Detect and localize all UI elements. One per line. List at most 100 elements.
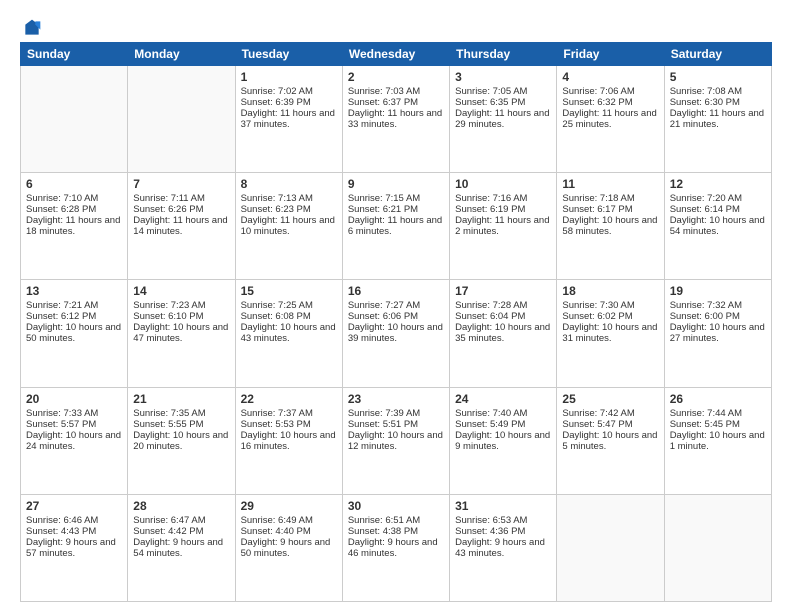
table-row: 30 Sunrise: 6:51 AMSunset: 4:38 PMDayligh… <box>342 494 449 601</box>
day-number: 21 <box>133 392 229 406</box>
calendar-week-row: 27Sunrise: 6:46 AMSunset: 4:43 PMDayligh… <box>21 494 772 601</box>
sunrise-text: Sunrise: 7:10 AMSunset: 6:28 PMDaylight:… <box>26 193 120 237</box>
calendar-week-row: 20 Sunrise: 7:33 AMSunset: 5:57 PMDayligh… <box>21 387 772 494</box>
day-number: 4 <box>562 70 658 84</box>
sunrise-text: Sunrise: 7:16 AMSunset: 6:19 PMDaylight:… <box>455 193 549 237</box>
day-number: 1 <box>241 70 337 84</box>
table-row: 14 Sunrise: 7:23 AMSunset: 6:10 PMDayligh… <box>128 280 235 387</box>
page: Sunday Monday Tuesday Wednesday Thursday… <box>0 0 792 612</box>
sunrise-text: Sunrise: 7:03 AMSunset: 6:37 PMDaylight:… <box>348 86 442 130</box>
sunrise-text: Sunrise: 7:02 AMSunset: 6:39 PMDaylight:… <box>241 86 335 130</box>
day-number: 23 <box>348 392 444 406</box>
sunrise-text: Sunrise: 7:39 AMSunset: 5:51 PMDaylight:… <box>348 408 443 452</box>
sunrise-text: Sunrise: 7:25 AMSunset: 6:08 PMDaylight:… <box>241 300 336 344</box>
sunrise-text: Sunrise: 7:06 AMSunset: 6:32 PMDaylight:… <box>562 86 656 130</box>
table-row: 9 Sunrise: 7:15 AMSunset: 6:21 PMDaylight… <box>342 173 449 280</box>
day-number: 15 <box>241 284 337 298</box>
table-row: 21 Sunrise: 7:35 AMSunset: 5:55 PMDayligh… <box>128 387 235 494</box>
day-number: 10 <box>455 177 551 191</box>
day-number: 24 <box>455 392 551 406</box>
sunrise-text: Sunrise: 7:30 AMSunset: 6:02 PMDaylight:… <box>562 300 657 344</box>
day-number: 13 <box>26 284 122 298</box>
calendar-week-row: 6 Sunrise: 7:10 AMSunset: 6:28 PMDaylight… <box>21 173 772 280</box>
table-row: 17 Sunrise: 7:28 AMSunset: 6:04 PMDayligh… <box>450 280 557 387</box>
table-row: 2 Sunrise: 7:03 AMSunset: 6:37 PMDaylight… <box>342 66 449 173</box>
calendar-table: Sunday Monday Tuesday Wednesday Thursday… <box>20 42 772 602</box>
table-row <box>664 494 771 601</box>
day-number: 9 <box>348 177 444 191</box>
day-number: 28 <box>133 499 229 513</box>
day-number: 11 <box>562 177 658 191</box>
sunrise-text: Sunrise: 7:15 AMSunset: 6:21 PMDaylight:… <box>348 193 442 237</box>
header-sunday: Sunday <box>21 43 128 66</box>
day-number: 30 <box>348 499 444 513</box>
table-row <box>128 66 235 173</box>
table-row: 10 Sunrise: 7:16 AMSunset: 6:19 PMDayligh… <box>450 173 557 280</box>
day-number: 5 <box>670 70 766 84</box>
sunrise-text: Sunrise: 6:49 AMSunset: 4:40 PMDaylight:… <box>241 515 331 559</box>
sunrise-text: Sunrise: 6:51 AMSunset: 4:38 PMDaylight:… <box>348 515 438 559</box>
day-number: 12 <box>670 177 766 191</box>
header-wednesday: Wednesday <box>342 43 449 66</box>
header-tuesday: Tuesday <box>235 43 342 66</box>
day-number: 22 <box>241 392 337 406</box>
day-number: 25 <box>562 392 658 406</box>
sunrise-text: Sunrise: 6:46 AMSunset: 4:43 PMDaylight:… <box>26 515 116 559</box>
day-number: 18 <box>562 284 658 298</box>
table-row <box>21 66 128 173</box>
logo-icon <box>22 18 42 38</box>
day-number: 29 <box>241 499 337 513</box>
day-number: 6 <box>26 177 122 191</box>
sunrise-text: Sunrise: 7:35 AMSunset: 5:55 PMDaylight:… <box>133 408 228 452</box>
day-number: 2 <box>348 70 444 84</box>
sunrise-text: Sunrise: 7:21 AMSunset: 6:12 PMDaylight:… <box>26 300 121 344</box>
day-number: 20 <box>26 392 122 406</box>
table-row: 23 Sunrise: 7:39 AMSunset: 5:51 PMDayligh… <box>342 387 449 494</box>
sunrise-text: Sunrise: 7:32 AMSunset: 6:00 PMDaylight:… <box>670 300 765 344</box>
table-row: 11 Sunrise: 7:18 AMSunset: 6:17 PMDayligh… <box>557 173 664 280</box>
table-row: 7 Sunrise: 7:11 AMSunset: 6:26 PMDaylight… <box>128 173 235 280</box>
sunrise-text: Sunrise: 7:40 AMSunset: 5:49 PMDaylight:… <box>455 408 550 452</box>
logo <box>20 18 42 34</box>
sunrise-text: Sunrise: 6:47 AMSunset: 4:42 PMDaylight:… <box>133 515 223 559</box>
table-row: 12Sunrise: 7:20 AMSunset: 6:14 PMDayligh… <box>664 173 771 280</box>
table-row: 25 Sunrise: 7:42 AMSunset: 5:47 PMDayligh… <box>557 387 664 494</box>
sunrise-text: Sunrise: 7:44 AMSunset: 5:45 PMDaylight:… <box>670 408 765 452</box>
sunrise-text: Sunrise: 7:27 AMSunset: 6:06 PMDaylight:… <box>348 300 443 344</box>
table-row: 28 Sunrise: 6:47 AMSunset: 4:42 PMDayligh… <box>128 494 235 601</box>
table-row: 18 Sunrise: 7:30 AMSunset: 6:02 PMDayligh… <box>557 280 664 387</box>
table-row: 6 Sunrise: 7:10 AMSunset: 6:28 PMDaylight… <box>21 173 128 280</box>
header-friday: Friday <box>557 43 664 66</box>
sunrise-text: Sunrise: 7:11 AMSunset: 6:26 PMDaylight:… <box>133 193 227 237</box>
day-number: 16 <box>348 284 444 298</box>
day-number: 26 <box>670 392 766 406</box>
sunrise-text: Sunrise: 7:05 AMSunset: 6:35 PMDaylight:… <box>455 86 549 130</box>
header-saturday: Saturday <box>664 43 771 66</box>
table-row: 4 Sunrise: 7:06 AMSunset: 6:32 PMDaylight… <box>557 66 664 173</box>
sunrise-text: Sunrise: 7:42 AMSunset: 5:47 PMDaylight:… <box>562 408 657 452</box>
header-thursday: Thursday <box>450 43 557 66</box>
table-row: 22 Sunrise: 7:37 AMSunset: 5:53 PMDayligh… <box>235 387 342 494</box>
sunrise-text: Sunrise: 7:33 AMSunset: 5:57 PMDaylight:… <box>26 408 121 452</box>
sunrise-text: Sunrise: 7:18 AMSunset: 6:17 PMDaylight:… <box>562 193 657 237</box>
day-number: 8 <box>241 177 337 191</box>
table-row: 26 Sunrise: 7:44 AMSunset: 5:45 PMDayligh… <box>664 387 771 494</box>
sunrise-text: Sunrise: 7:23 AMSunset: 6:10 PMDaylight:… <box>133 300 228 344</box>
day-number: 3 <box>455 70 551 84</box>
sunrise-text: Sunrise: 7:28 AMSunset: 6:04 PMDaylight:… <box>455 300 550 344</box>
day-number: 17 <box>455 284 551 298</box>
calendar-week-row: 1 Sunrise: 7:02 AMSunset: 6:39 PMDaylight… <box>21 66 772 173</box>
weekday-header-row: Sunday Monday Tuesday Wednesday Thursday… <box>21 43 772 66</box>
sunrise-text: Sunrise: 7:37 AMSunset: 5:53 PMDaylight:… <box>241 408 336 452</box>
day-number: 19 <box>670 284 766 298</box>
table-row: 3 Sunrise: 7:05 AMSunset: 6:35 PMDaylight… <box>450 66 557 173</box>
day-number: 14 <box>133 284 229 298</box>
table-row: 31Sunrise: 6:53 AMSunset: 4:36 PMDayligh… <box>450 494 557 601</box>
sunrise-text: Sunrise: 7:08 AMSunset: 6:30 PMDaylight:… <box>670 86 764 130</box>
table-row: 15 Sunrise: 7:25 AMSunset: 6:08 PMDayligh… <box>235 280 342 387</box>
sunrise-text: Sunrise: 7:13 AMSunset: 6:23 PMDaylight:… <box>241 193 335 237</box>
header-monday: Monday <box>128 43 235 66</box>
table-row: 27Sunrise: 6:46 AMSunset: 4:43 PMDayligh… <box>21 494 128 601</box>
table-row: 8 Sunrise: 7:13 AMSunset: 6:23 PMDaylight… <box>235 173 342 280</box>
day-number: 7 <box>133 177 229 191</box>
